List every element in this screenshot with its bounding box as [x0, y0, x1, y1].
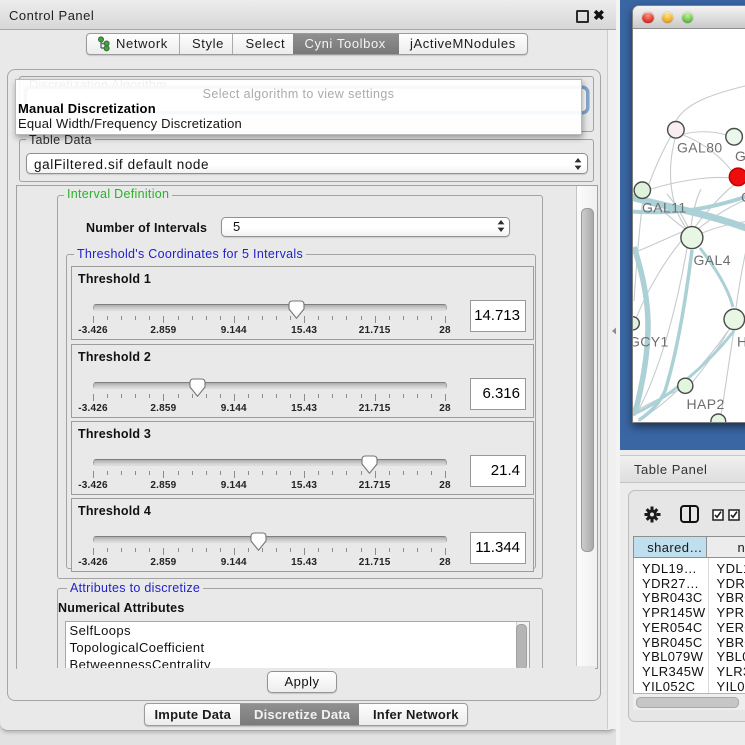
svg-text:GAL3: GAL3: [735, 148, 745, 164]
svg-text:GAL4: GAL4: [694, 252, 731, 268]
svg-text:GAL80: GAL80: [677, 140, 723, 156]
svg-text:CRM1: CRM1: [741, 189, 745, 205]
svg-text:HAP4: HAP4: [737, 334, 745, 350]
svg-text:HAP2: HAP2: [687, 396, 725, 412]
svg-text:GAL11: GAL11: [642, 200, 687, 216]
svg-text:GCY1: GCY1: [633, 334, 669, 350]
